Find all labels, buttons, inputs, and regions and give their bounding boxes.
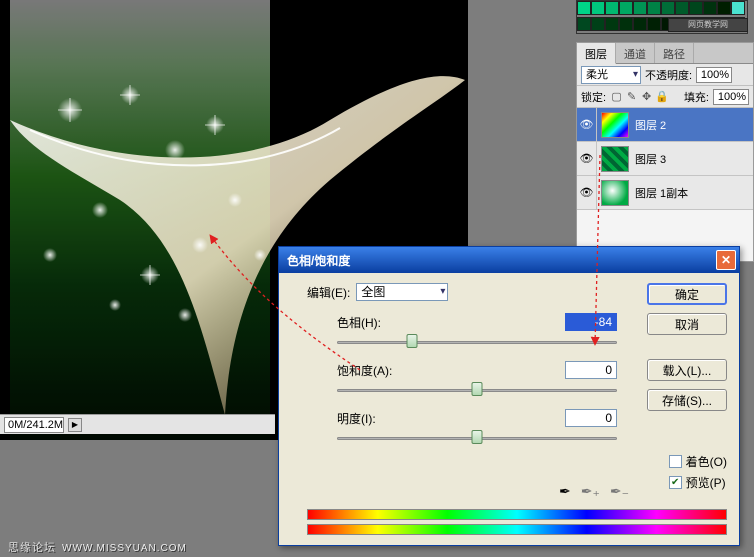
lock-label: 锁定: — [581, 89, 606, 105]
load-button[interactable]: 载入(L)... — [647, 359, 727, 381]
status-bar: 0M/241.2M ▶ — [0, 414, 275, 434]
visibility-eye-icon[interactable]: 👁 — [577, 176, 597, 210]
layer-name: 图层 2 — [633, 117, 666, 133]
hue-label: 色相(H): — [337, 314, 565, 331]
fill-input[interactable]: 100% — [713, 89, 749, 105]
swatch[interactable] — [605, 17, 619, 31]
zoom-field[interactable]: 0M/241.2M — [4, 417, 64, 433]
swatch[interactable] — [577, 17, 591, 31]
hue-saturation-dialog: 色相/饱和度 ✕ 编辑(E): 全图 色相(H): -84 饱和度(A): 0 — [278, 246, 740, 546]
swatch[interactable] — [661, 1, 675, 15]
opacity-input[interactable]: 100% — [696, 67, 732, 83]
hue-slider[interactable] — [337, 333, 617, 351]
swatch[interactable] — [703, 1, 717, 15]
lightness-slider[interactable] — [337, 429, 617, 447]
edit-label: 编辑(E): — [307, 284, 350, 301]
swatch[interactable] — [647, 17, 661, 31]
preview-checkbox[interactable]: ✔ 预览(P) — [669, 474, 727, 491]
eyedropper-add-icon[interactable]: ✒₊ — [581, 483, 600, 500]
tab-layers[interactable]: 图层 — [577, 43, 616, 64]
close-icon: ✕ — [721, 253, 731, 267]
saturation-input[interactable]: 0 — [565, 361, 617, 379]
saturation-slider[interactable] — [337, 381, 617, 399]
swatch[interactable] — [605, 1, 619, 15]
checkbox-icon — [669, 455, 682, 468]
close-button[interactable]: ✕ — [716, 250, 736, 270]
layer-thumbnail — [601, 180, 629, 206]
lightness-input[interactable]: 0 — [565, 409, 617, 427]
lock-icons[interactable]: ▢ ✎ ✥ 🔒 — [610, 90, 668, 103]
eyedropper-sub-icon[interactable]: ✒₋ — [610, 483, 629, 500]
swatch[interactable] — [689, 1, 703, 15]
layer-row[interactable]: 👁 图层 1副本 — [577, 176, 753, 210]
tab-paths[interactable]: 路径 — [655, 43, 694, 63]
dialog-titlebar[interactable]: 色相/饱和度 ✕ — [279, 247, 739, 273]
colorize-checkbox[interactable]: 着色(O) — [669, 453, 727, 470]
swatch[interactable] — [717, 1, 731, 15]
footer-watermark: 思缘论坛WWW.MISSYUAN.COM — [8, 539, 187, 555]
ok-button[interactable]: 确定 — [647, 283, 727, 305]
cancel-button[interactable]: 取消 — [647, 313, 727, 335]
lightness-label: 明度(I): — [337, 410, 565, 427]
layer-row[interactable]: 👁 图层 2 — [577, 108, 753, 142]
visibility-eye-icon[interactable]: 👁 — [577, 108, 597, 142]
eyedropper-tools[interactable]: ✒ ✒₊ ✒₋ — [559, 483, 629, 500]
layer-thumbnail — [601, 112, 629, 138]
panel-tabs: 图层 通道 路径 — [577, 43, 753, 64]
visibility-eye-icon[interactable]: 👁 — [577, 142, 597, 176]
swatch[interactable] — [619, 17, 633, 31]
layer-name: 图层 3 — [633, 151, 666, 167]
eyedropper-icon[interactable]: ✒ — [559, 483, 571, 500]
colorize-label: 着色(O) — [686, 453, 727, 470]
swatch[interactable] — [591, 17, 605, 31]
tab-channels[interactable]: 通道 — [616, 43, 655, 63]
swatch[interactable] — [633, 1, 647, 15]
lock-move-icon[interactable]: ✥ — [640, 90, 653, 103]
lock-all-icon[interactable]: 🔒 — [655, 90, 668, 103]
save-button[interactable]: 存储(S)... — [647, 389, 727, 411]
preview-label: 预览(P) — [686, 474, 726, 491]
spectrum-bars — [307, 509, 727, 535]
swatch[interactable] — [731, 1, 745, 15]
swatch[interactable] — [619, 1, 633, 15]
layer-thumbnail — [601, 146, 629, 172]
layers-list: 👁 图层 2 👁 图层 3 👁 图层 1副本 — [577, 108, 753, 261]
saturation-label: 饱和度(A): — [337, 362, 565, 379]
layers-panel: 图层 通道 路径 柔光 不透明度: 100% 锁定: ▢ ✎ ✥ 🔒 填充: 1… — [576, 42, 754, 262]
hue-input[interactable]: -84 — [565, 313, 617, 331]
layer-name: 图层 1副本 — [633, 185, 688, 201]
swatch[interactable] — [577, 1, 591, 15]
swatch[interactable] — [591, 1, 605, 15]
edit-select[interactable]: 全图 — [356, 283, 448, 301]
swatch[interactable] — [647, 1, 661, 15]
dialog-title: 色相/饱和度 — [287, 252, 350, 269]
layer-row[interactable]: 👁 图层 3 — [577, 142, 753, 176]
lock-transparency-icon[interactable]: ▢ — [610, 90, 623, 103]
swatch[interactable] — [633, 17, 647, 31]
lock-brush-icon[interactable]: ✎ — [625, 90, 638, 103]
swatch[interactable] — [675, 1, 689, 15]
blend-mode-select[interactable]: 柔光 — [581, 66, 641, 84]
watermark-site-tag: 网页教学网 — [668, 18, 748, 32]
checkbox-icon: ✔ — [669, 476, 682, 489]
fill-label: 填充: — [684, 89, 709, 105]
opacity-label: 不透明度: — [645, 67, 692, 83]
status-play-icon[interactable]: ▶ — [68, 418, 82, 432]
